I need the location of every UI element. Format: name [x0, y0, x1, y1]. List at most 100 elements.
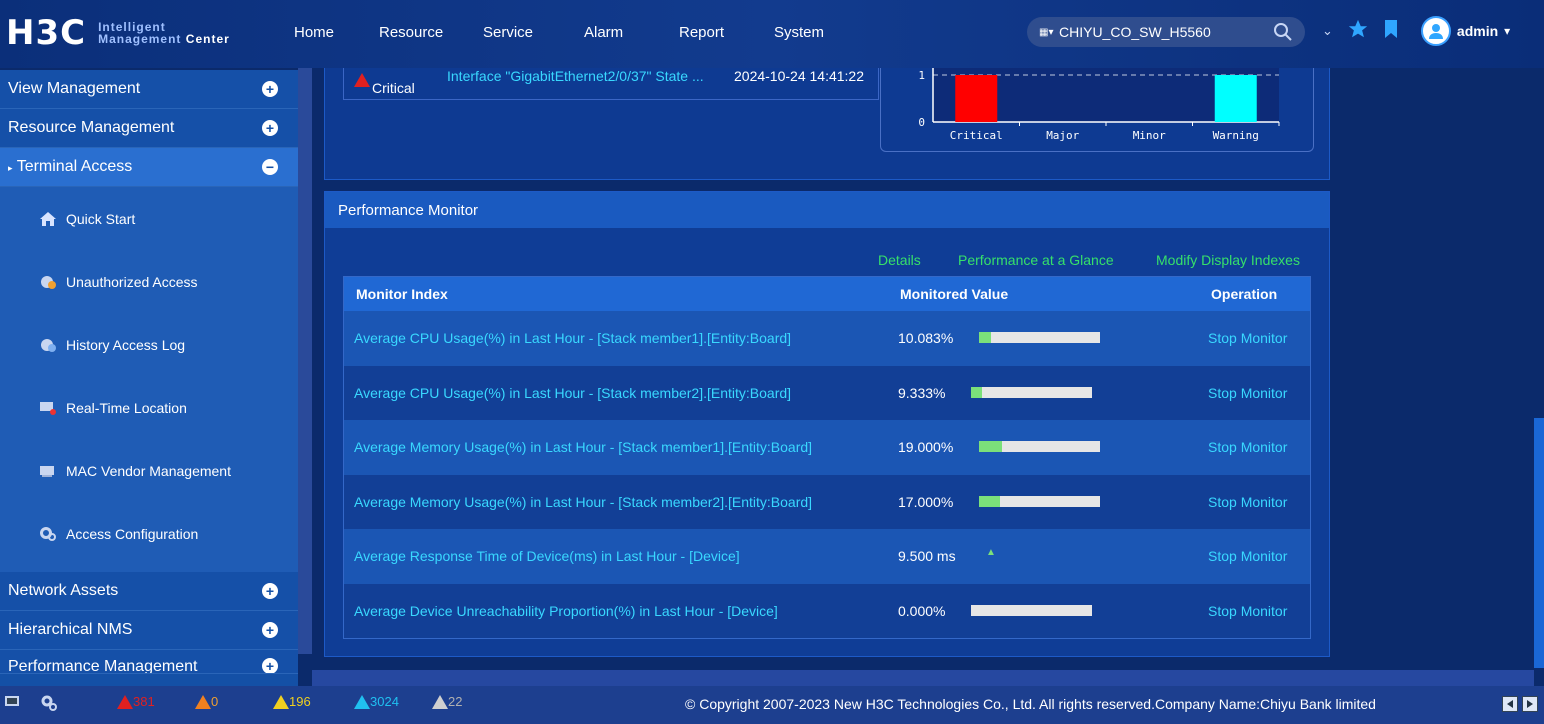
critical-count-value: 381 [133, 694, 155, 709]
alarm-level-chart: 1 0 Critical Major Minor Warning [880, 68, 1314, 152]
section-label: Network Assets [8, 582, 119, 599]
avatar[interactable] [1420, 16, 1451, 46]
usage-bar [979, 332, 1100, 343]
sidebar-section-performance-management[interactable]: Performance Management + [0, 650, 298, 674]
nav-service[interactable]: Service [483, 24, 533, 41]
stop-monitor-link[interactable]: Stop Monitor [1208, 603, 1287, 619]
y-tick-label: 1 [918, 69, 925, 82]
settings-icon[interactable] [40, 694, 58, 712]
device-selector[interactable]: ▦▾ CHIYU_CO_SW_H5560 [1027, 17, 1305, 47]
alarm-text[interactable]: Interface "GigabitEthernet2/0/37" State … [447, 68, 704, 84]
usage-bar [979, 495, 1100, 507]
stop-monitor-link[interactable]: Stop Monitor [1208, 385, 1287, 401]
major-count[interactable]: 0 [195, 694, 218, 709]
info-count[interactable]: 22 [432, 694, 462, 709]
section-label: Resource Management [8, 119, 175, 136]
user-name[interactable]: admin [1457, 23, 1498, 39]
sidebar-section-view-management[interactable]: View Management + [0, 70, 298, 109]
sidebar-section-resource-management[interactable]: Resource Management + [0, 109, 298, 148]
item-label: Real-Time Location [66, 399, 187, 416]
details-link[interactable]: Details [878, 252, 921, 268]
info-count-value: 22 [448, 694, 463, 709]
expand-icon: + [262, 583, 278, 599]
nav-resource[interactable]: Resource [379, 24, 443, 41]
performance-glance-link[interactable]: Performance at a Glance [958, 252, 1114, 268]
modify-indexes-link[interactable]: Modify Display Indexes [1156, 252, 1300, 268]
monitor-icon[interactable] [4, 694, 20, 710]
sidebar-item-quick-start[interactable]: Quick Start [0, 187, 298, 250]
nav-system[interactable]: System [774, 24, 824, 41]
nav-home[interactable]: Home [294, 24, 334, 41]
sidebar-item-unauthorized-access[interactable]: Unauthorized Access [0, 250, 298, 313]
monitored-value: 10.083% [898, 330, 954, 347]
brand-logo: H3C [6, 13, 87, 53]
vendor-icon [38, 463, 58, 479]
page-scrollbar[interactable] [1534, 418, 1544, 668]
stop-monitor-link[interactable]: Stop Monitor [1208, 330, 1287, 346]
monitor-index-link[interactable]: Average Memory Usage(%) in Last Hour - [… [354, 439, 812, 455]
sidebar-item-access-configuration[interactable]: Access Configuration [0, 502, 298, 565]
sidebar-section-network-assets[interactable]: Network Assets + [0, 572, 298, 611]
monitored-value: 17.000% [898, 493, 954, 510]
alarm-time: 2024-10-24 14:41:22 [734, 68, 864, 84]
collapse-right-icon[interactable] [1522, 696, 1538, 712]
collapse-icon: − [262, 159, 278, 175]
x-tick-label: Critical [950, 129, 1003, 142]
device-icon: ▦▾ [1039, 27, 1054, 38]
main-content: Critical Interface "GigabitEthernet2/0/3… [312, 68, 1544, 688]
usage-bar [979, 441, 1100, 452]
search-icon[interactable] [1273, 22, 1293, 45]
monitor-index-link[interactable]: Average CPU Usage(%) in Last Hour - [Sta… [354, 330, 791, 346]
usage-bar [971, 604, 1092, 616]
critical-icon [354, 73, 370, 90]
user-chevron-icon[interactable]: ▾ [1504, 24, 1510, 38]
trend-up-icon: ▲ [986, 547, 996, 558]
alarm-panel: Critical Interface "GigabitEthernet2/0/3… [324, 68, 1330, 180]
table-header: Monitor Index Monitored Value Operation [344, 277, 1310, 311]
terminal-access-submenu: Quick Start Unauthorized Access History … [0, 187, 298, 572]
bar-critical [955, 75, 998, 122]
performance-monitor-panel: Performance Monitor Details Performance … [324, 191, 1330, 657]
table-row: Average Memory Usage(%) in Last Hour - [… [344, 420, 1310, 475]
star-icon[interactable] [1347, 18, 1369, 45]
minor-count[interactable]: 196 [273, 694, 311, 709]
monitor-table: Monitor Index Monitored Value Operation … [343, 276, 1311, 639]
sidebar-item-real-time-location[interactable]: Real-Time Location [0, 376, 298, 439]
x-tick-label: Major [1046, 129, 1079, 142]
sidebar-item-mac-vendor-management[interactable]: MAC Vendor Management [0, 439, 298, 502]
sidebar-section-terminal-access[interactable]: ▸ Terminal Access − [0, 148, 298, 187]
sidebar-section-hierarchical-nms[interactable]: Hierarchical NMS + [0, 611, 298, 650]
copyright-text: © Copyright 2007-2023 New H3C Technologi… [685, 696, 1376, 712]
monitor-index-link[interactable]: Average CPU Usage(%) in Last Hour - [Sta… [354, 385, 791, 401]
table-row: Average Memory Usage(%) in Last Hour - [… [344, 474, 1310, 529]
sidebar: View Management + Resource Management + … [0, 70, 298, 686]
stop-monitor-link[interactable]: Stop Monitor [1208, 494, 1287, 510]
warning-count[interactable]: 3024 [354, 694, 399, 709]
col-monitored-value: Monitored Value [900, 286, 1009, 302]
usage-bar [971, 386, 1092, 398]
monitor-index-link[interactable]: Average Response Time of Device(ms) in L… [354, 548, 740, 564]
location-icon [38, 400, 58, 416]
stop-monitor-link[interactable]: Stop Monitor [1208, 548, 1287, 564]
monitor-index-link[interactable]: Average Memory Usage(%) in Last Hour - [… [354, 494, 812, 510]
monitor-index-link[interactable]: Average Device Unreachability Proportion… [354, 603, 778, 619]
alarm-row[interactable]: Critical Interface "GigabitEthernet2/0/3… [343, 68, 879, 100]
stop-monitor-link[interactable]: Stop Monitor [1208, 439, 1287, 455]
monitored-value: 0.000% [898, 602, 946, 619]
y-tick-label: 0 [918, 116, 925, 129]
logo[interactable]: H3C Intelligent Management Center [6, 13, 230, 53]
panel-title: Performance Monitor [325, 192, 1329, 228]
status-footer: 381 0 196 3024 22 © Copyright 2007-2023 … [0, 686, 1544, 724]
bookmark-icon[interactable] [1383, 19, 1399, 44]
expand-icon: + [262, 658, 278, 673]
chevron-down-double-icon[interactable]: ⌄ [1322, 23, 1333, 39]
sidebar-scroll-gutter[interactable] [298, 68, 312, 654]
nav-report[interactable]: Report [679, 24, 724, 41]
expand-icon: + [262, 81, 278, 97]
table-row: Average CPU Usage(%) in Last Hour - [Sta… [344, 365, 1310, 420]
critical-count[interactable]: 381 [117, 694, 155, 709]
collapse-left-icon[interactable] [1502, 696, 1518, 712]
brand-subtitle: Intelligent Management Center [98, 20, 230, 46]
nav-alarm[interactable]: Alarm [584, 24, 623, 41]
sidebar-item-history-access-log[interactable]: History Access Log [0, 313, 298, 376]
